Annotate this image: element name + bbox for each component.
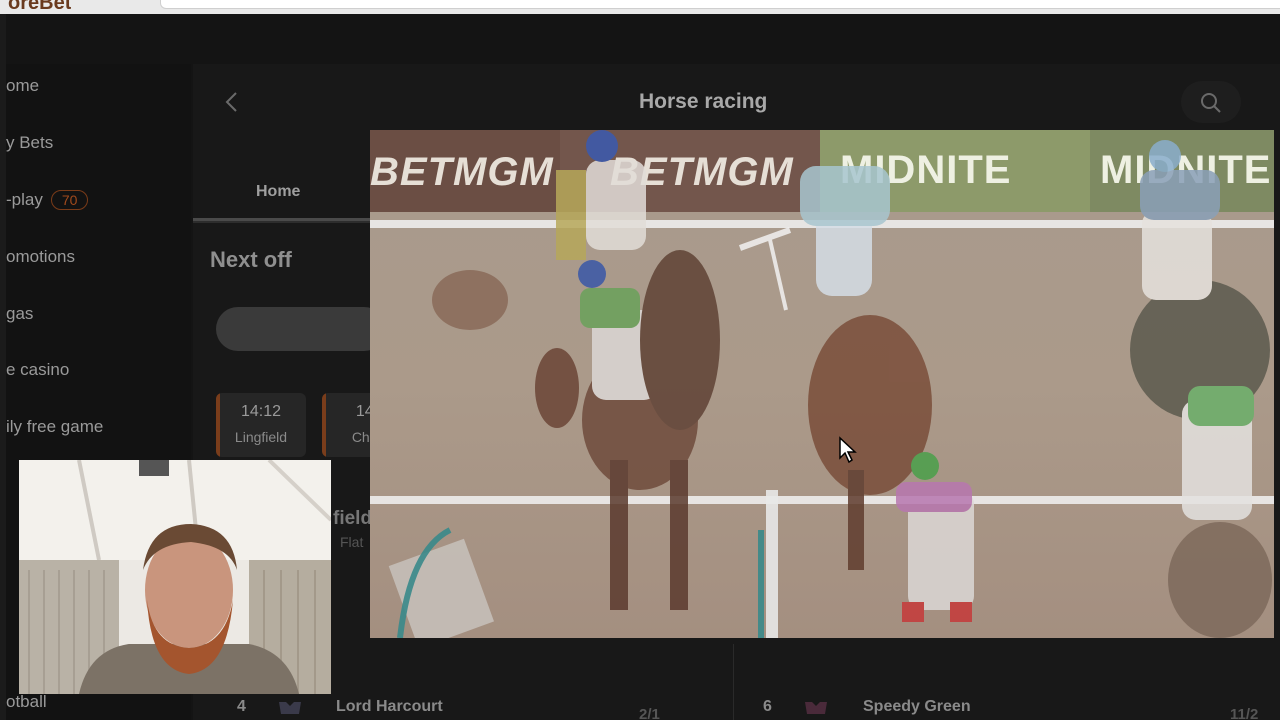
browser-chrome: oreBet xyxy=(0,0,1280,14)
search-icon xyxy=(1201,93,1221,113)
runner-name: Lord Harcourt xyxy=(336,698,443,715)
sidebar-item-promotions[interactable]: omotions xyxy=(6,247,75,267)
sidebar-item-daily-free-game[interactable]: ily free game xyxy=(6,417,103,437)
page-title: Horse racing xyxy=(639,90,768,113)
sidebar-item-live-casino[interactable]: e casino xyxy=(6,360,69,380)
sidebar-item-label: -play xyxy=(6,190,43,209)
section-title: Next off xyxy=(210,247,292,272)
runner-name: Speedy Green xyxy=(863,698,971,715)
search-button[interactable] xyxy=(1181,81,1241,123)
race-time: 14:12 xyxy=(240,403,282,420)
webcam-overlay xyxy=(19,460,331,694)
back-arrow-icon[interactable] xyxy=(221,90,245,114)
race-subtitle: Flat xyxy=(340,534,364,550)
active-tab-indicator xyxy=(193,218,373,221)
sidebar-item-label: e casino xyxy=(6,360,70,379)
runner-odds[interactable]: 11/2 xyxy=(1230,706,1258,720)
race-video-player[interactable]: BETMGM BETMGM MIDNITE MIDNITE xyxy=(370,130,1274,638)
sidebar-item-label: ome xyxy=(6,76,40,95)
sidebar-item-football[interactable]: otball xyxy=(6,692,47,712)
jockey-silk-icon xyxy=(805,702,827,714)
race-card[interactable]: 14:12 Lingfield xyxy=(216,393,306,457)
race-title: field xyxy=(333,508,373,529)
sidebar-item-vegas[interactable]: gas xyxy=(6,304,33,324)
sidebar-item-label: gas xyxy=(6,304,34,323)
sidebar-item-label: y Bets xyxy=(6,133,54,152)
sidebar-item-label: otball xyxy=(6,692,47,711)
race-scene xyxy=(388,130,1272,638)
runner-row[interactable]: 6 Speedy Green 11/2 xyxy=(733,698,1280,720)
runner-number: 6 xyxy=(763,698,772,715)
sidebar-item-label: ily free game xyxy=(6,417,104,436)
runner-row[interactable]: 4 Lord Harcourt 2/1 xyxy=(193,698,733,720)
live-count-badge: 70 xyxy=(50,190,89,210)
mouse-cursor-icon xyxy=(839,436,857,464)
sidebar-item-label: omotions xyxy=(6,247,75,266)
address-bar[interactable] xyxy=(160,0,1280,9)
runner-number: 4 xyxy=(237,698,246,715)
filter-pill[interactable] xyxy=(216,307,386,351)
runner-odds[interactable]: 2/1 xyxy=(639,706,660,720)
tab-home[interactable]: Home xyxy=(256,183,300,201)
sidebar-item-in-play[interactable]: -play 70 xyxy=(6,190,89,210)
race-track: Lingfield xyxy=(234,429,288,445)
webcam-person xyxy=(19,460,331,694)
jockey-silk-icon xyxy=(279,702,301,714)
sidebar-item-my-bets[interactable]: y Bets xyxy=(6,133,53,153)
sidebar-item-home[interactable]: ome xyxy=(6,76,39,96)
brand-logo[interactable]: oreBet xyxy=(8,0,71,14)
